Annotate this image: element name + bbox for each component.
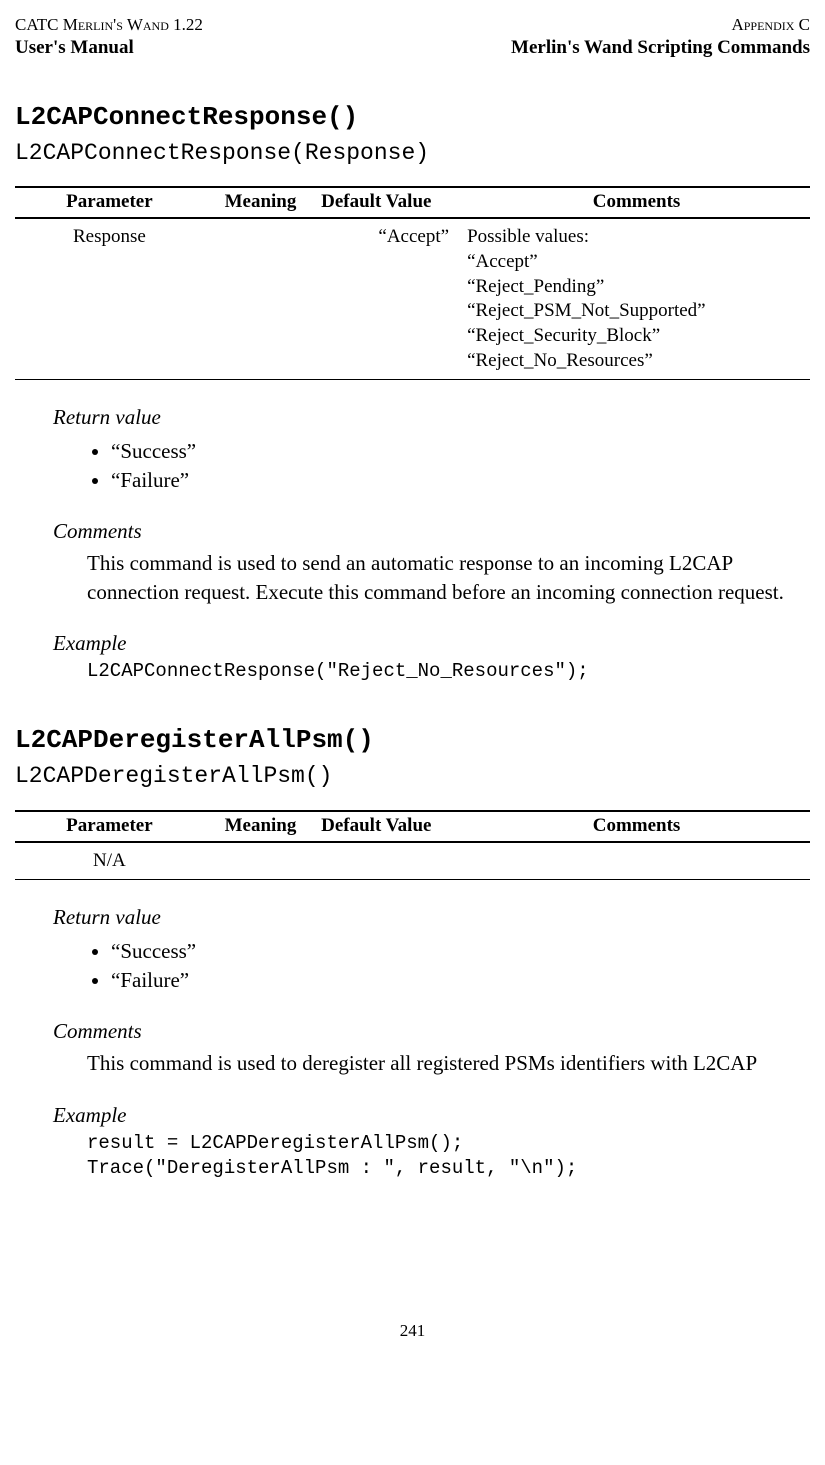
- th-parameter: Parameter: [15, 811, 204, 842]
- cmd1-return-value-label: Return value: [53, 404, 810, 431]
- cmd2-example-label: Example: [53, 1102, 810, 1129]
- cell-parameter: N/A: [15, 842, 204, 880]
- cmd1-comments-body: This command is used to send an automati…: [87, 549, 810, 606]
- cmd1-signature: L2CAPConnectResponse(Response): [15, 139, 810, 169]
- page-header-top: CATC Merlin's Wand 1.22 Appendix C: [15, 14, 810, 36]
- cmd2-comments-body: This command is used to deregister all r…: [87, 1049, 810, 1077]
- th-meaning: Meaning: [204, 187, 317, 218]
- cell-meaning: [204, 842, 317, 880]
- list-item: “Success”: [111, 938, 810, 965]
- cmd2-signature: L2CAPDeregisterAllPsm(): [15, 762, 810, 792]
- th-parameter: Parameter: [15, 187, 204, 218]
- cmd2-title: L2CAPDeregisterAllPsm(): [15, 724, 810, 758]
- header-top-right: Appendix C: [731, 14, 810, 36]
- cell-default: “Accept”: [317, 218, 453, 380]
- cmd1-example-code: L2CAPConnectResponse("Reject_No_Resource…: [87, 659, 810, 684]
- th-meaning: Meaning: [204, 811, 317, 842]
- cmd2-comments-label: Comments: [53, 1018, 810, 1045]
- cmd1-title: L2CAPConnectResponse(): [15, 101, 810, 135]
- header-bottom-right: Merlin's Wand Scripting Commands: [511, 36, 810, 61]
- cmd2-return-value-label: Return value: [53, 904, 810, 931]
- cell-parameter: Response: [15, 218, 204, 380]
- cell-comments: Possible values: “Accept” “Reject_Pendin…: [453, 218, 810, 380]
- table-row: N/A: [15, 842, 810, 880]
- cmd1-return-values: “Success” “Failure”: [15, 438, 810, 495]
- cmd1-param-table: Parameter Meaning Default Value Comments…: [15, 186, 810, 380]
- cell-comments: [453, 842, 810, 880]
- th-comments: Comments: [453, 811, 810, 842]
- cmd1-comments-label: Comments: [53, 518, 810, 545]
- th-default: Default Value: [317, 187, 453, 218]
- cmd2-param-table: Parameter Meaning Default Value Comments…: [15, 810, 810, 880]
- list-item: “Success”: [111, 438, 810, 465]
- list-item: “Failure”: [111, 467, 810, 494]
- header-top-left: CATC Merlin's Wand 1.22: [15, 14, 203, 36]
- table-row: Response “Accept” Possible values: “Acce…: [15, 218, 810, 380]
- cell-meaning: [204, 218, 317, 380]
- list-item: “Failure”: [111, 967, 810, 994]
- cmd2-example-code: result = L2CAPDeregisterAllPsm(); Trace(…: [87, 1131, 810, 1180]
- page-header-bottom: User's Manual Merlin's Wand Scripting Co…: [15, 36, 810, 61]
- header-bottom-left: User's Manual: [15, 36, 134, 61]
- page-number: 241: [15, 1320, 810, 1342]
- cmd1-example-label: Example: [53, 630, 810, 657]
- th-default: Default Value: [317, 811, 453, 842]
- th-comments: Comments: [453, 187, 810, 218]
- cell-default: [317, 842, 453, 880]
- cmd2-return-values: “Success” “Failure”: [15, 938, 810, 995]
